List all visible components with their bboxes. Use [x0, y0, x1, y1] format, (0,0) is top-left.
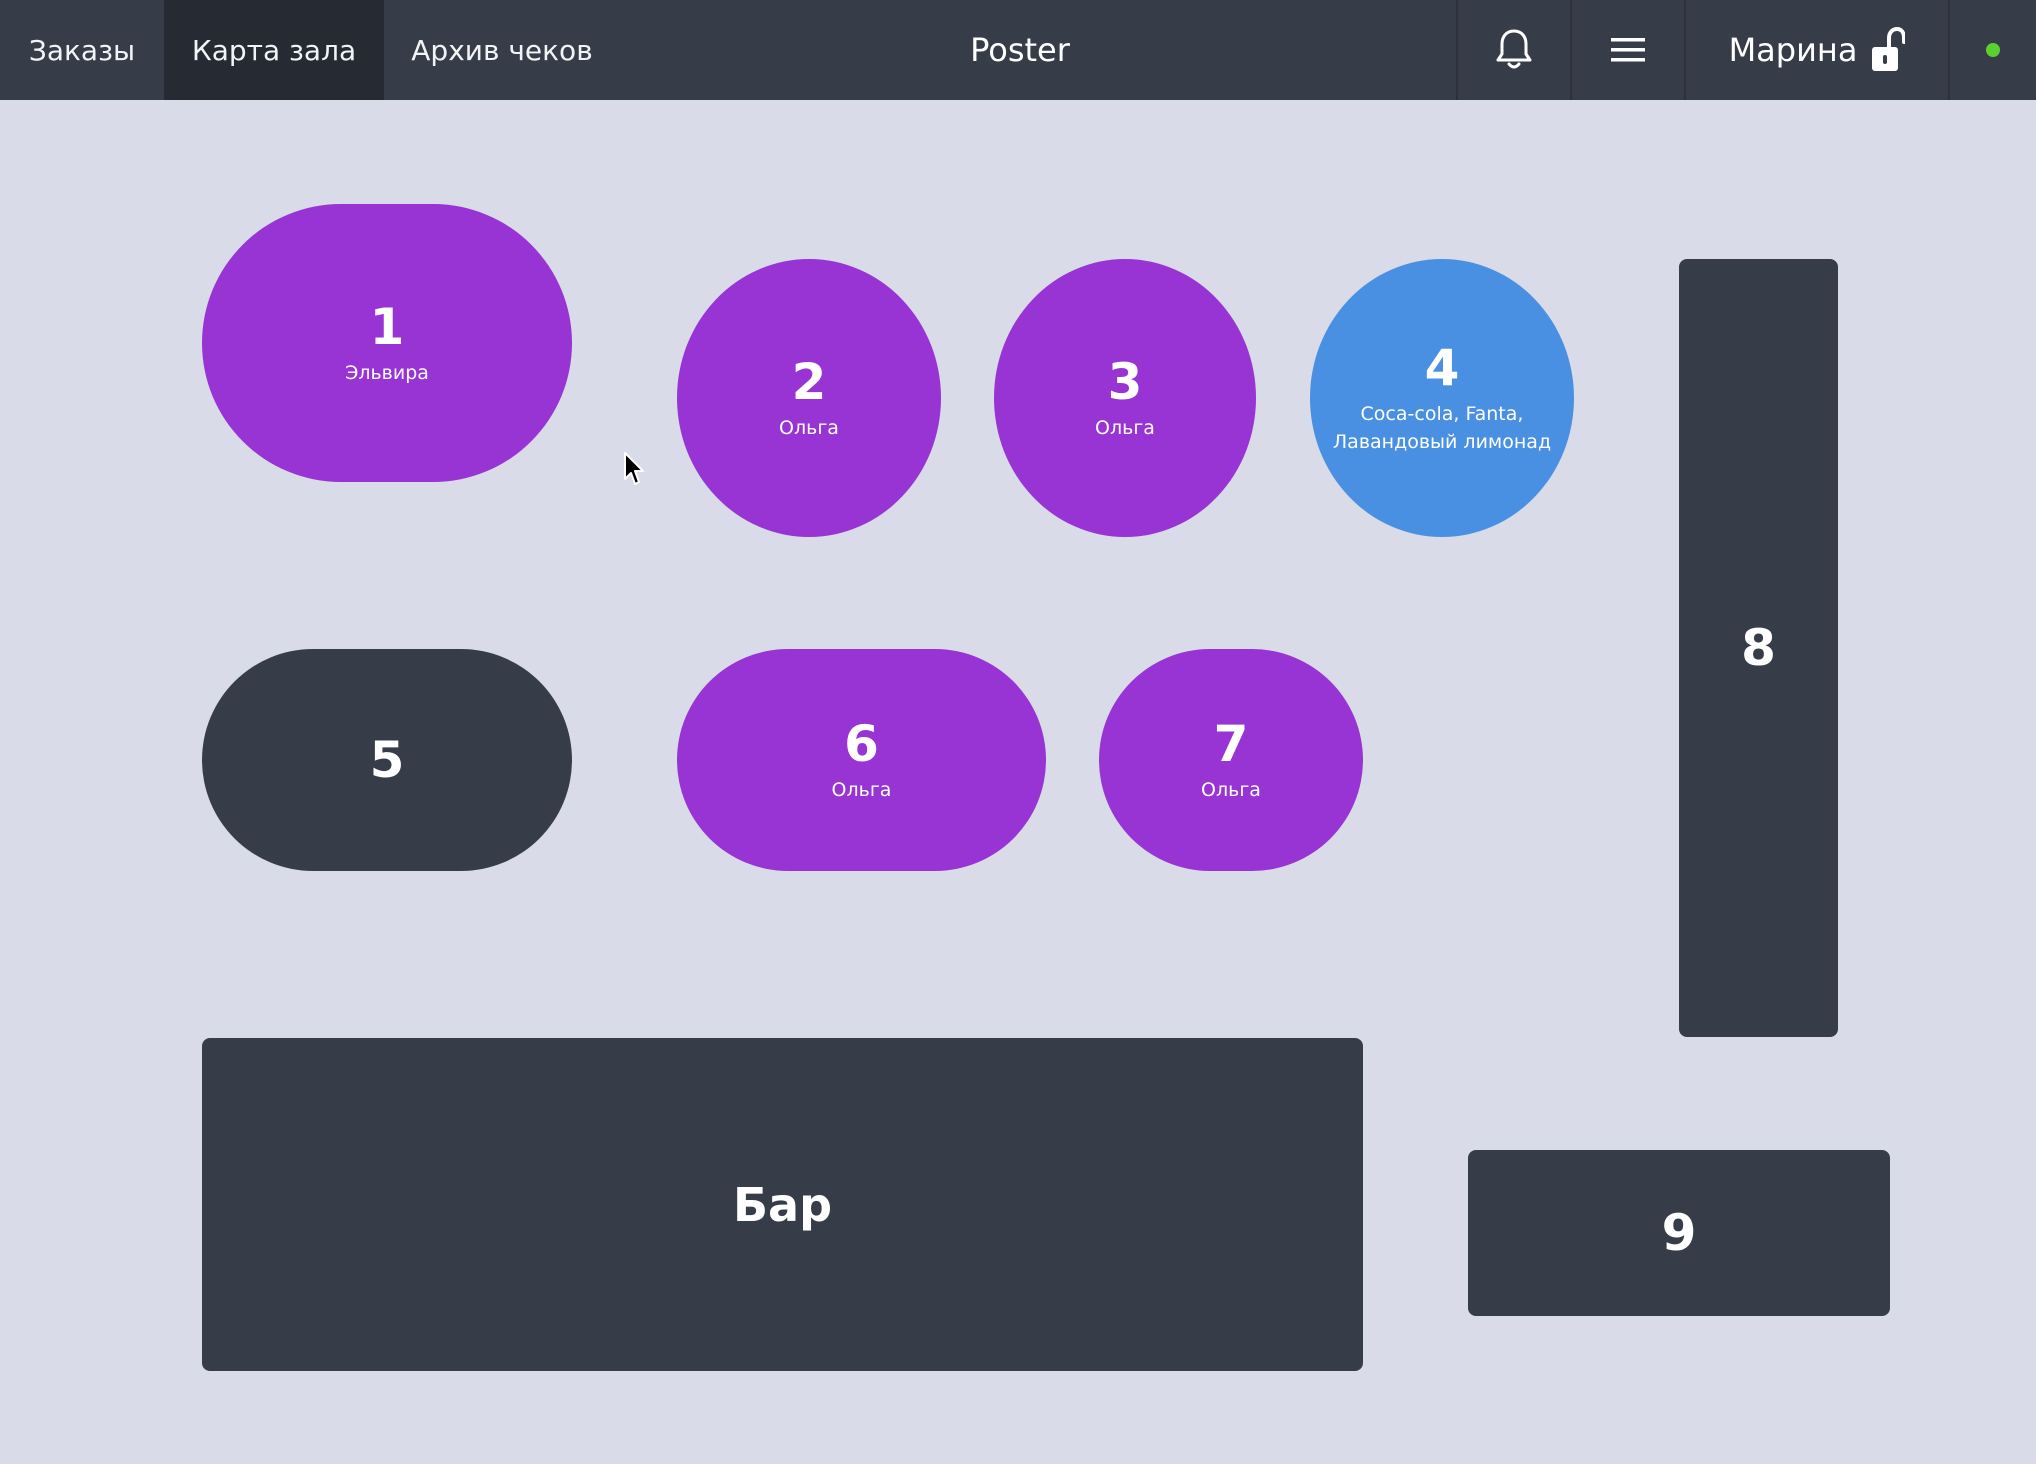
table-4[interactable]: 4 Coca-cola, Fanta, Лавандовый лимонад [1310, 259, 1574, 537]
tab-receipts-archive[interactable]: Архив чеков [384, 0, 620, 100]
mouse-cursor-icon [624, 452, 644, 485]
table-number: 1 [369, 298, 405, 356]
user-name: Марина [1728, 31, 1858, 69]
table-waiter: Ольга [1095, 417, 1155, 439]
table-order-items: Coca-cola, Fanta, Лавандовый лимонад [1332, 403, 1552, 453]
table-5[interactable]: 5 [202, 649, 572, 871]
table-8[interactable]: 8 [1679, 259, 1838, 1037]
table-number: 9 [1661, 1204, 1697, 1262]
tab-orders-label: Заказы [28, 33, 136, 67]
table-2[interactable]: 2 Ольга [677, 259, 941, 537]
menu-button[interactable] [1570, 0, 1684, 100]
table-1[interactable]: 1 Эльвира [202, 204, 572, 482]
table-waiter: Ольга [1201, 779, 1261, 801]
tab-receipts-archive-label: Архив чеков [411, 33, 593, 67]
top-navigation-bar: Заказы Карта зала Архив чеков Poster Мар… [0, 0, 2036, 100]
bar-label: Бар [732, 1177, 833, 1232]
table-number: 7 [1213, 715, 1249, 773]
connection-status-dot [1986, 43, 2000, 57]
table-waiter: Эльвира [345, 362, 429, 384]
notifications-button[interactable] [1456, 0, 1570, 100]
tab-orders[interactable]: Заказы [0, 0, 164, 100]
tab-hall-map-label: Карта зала [191, 33, 357, 67]
unlocked-padlock-icon [1872, 27, 1906, 71]
user-account-button[interactable]: Марина [1684, 0, 1948, 100]
table-waiter: Ольга [779, 417, 839, 439]
table-3[interactable]: 3 Ольга [994, 259, 1256, 537]
table-number: 6 [844, 715, 879, 773]
table-number: 3 [1107, 353, 1143, 411]
tab-hall-map[interactable]: Карта зала [164, 0, 384, 100]
table-7[interactable]: 7 Ольга [1099, 649, 1363, 871]
table-number: 5 [369, 731, 405, 789]
hamburger-menu-icon [1611, 38, 1645, 62]
app-title: Poster [970, 31, 1070, 69]
table-waiter: Ольга [831, 779, 892, 801]
table-9[interactable]: 9 [1468, 1150, 1890, 1316]
table-number: 4 [1424, 339, 1460, 397]
bell-icon [1496, 29, 1532, 69]
connection-status [1948, 0, 2036, 100]
table-number: 2 [791, 353, 827, 411]
table-number: 8 [1741, 619, 1776, 677]
bar-counter[interactable]: Бар [202, 1038, 1363, 1371]
table-6[interactable]: 6 Ольга [677, 649, 1046, 871]
